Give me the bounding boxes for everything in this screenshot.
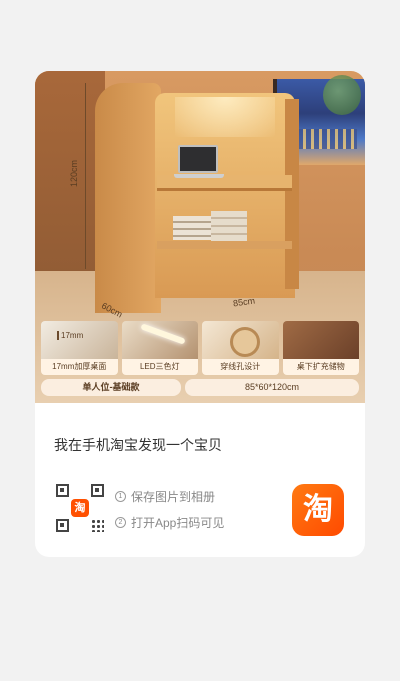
taobao-logo-icon: 淘 bbox=[71, 499, 89, 517]
feature-thick-desktop: 17mm加厚桌面 bbox=[41, 321, 118, 375]
desk-right-panel bbox=[285, 99, 299, 289]
laptop bbox=[174, 145, 224, 178]
instruction-steps: 1 保存图片到相册 2 打开App扫码可见 bbox=[115, 489, 224, 541]
taobao-app-icon[interactable]: 淘 bbox=[292, 484, 344, 536]
step-number: 2 bbox=[115, 516, 126, 528]
desk-side-panel bbox=[95, 83, 161, 313]
qr-pattern bbox=[91, 519, 104, 532]
product-photo[interactable]: 120cm 60cm 85cm 17mm加厚桌面 LED三色灯 穿线孔设计 桌下… bbox=[35, 71, 365, 403]
feature-storage: 桌下扩充储物 bbox=[282, 321, 359, 375]
spec-bar: 单人位-基础款 85*60*120cm bbox=[41, 379, 359, 396]
feature-label: 17mm加厚桌面 bbox=[41, 359, 118, 375]
step-text: 打开App扫码可见 bbox=[131, 515, 225, 530]
share-caption: 我在手机淘宝发现一个宝贝 bbox=[54, 437, 222, 453]
books bbox=[211, 211, 247, 241]
qr-corner bbox=[91, 484, 104, 497]
feature-thumb bbox=[202, 321, 279, 359]
plant bbox=[323, 75, 361, 115]
qr-corner bbox=[56, 484, 69, 497]
desk-shelf bbox=[157, 241, 292, 249]
variant-label: 单人位-基础款 bbox=[41, 379, 181, 396]
feature-thumb bbox=[121, 321, 198, 359]
qr-code[interactable]: 淘 bbox=[54, 482, 106, 534]
step-open-app: 2 打开App扫码可见 bbox=[115, 515, 225, 530]
step-number: 1 bbox=[115, 490, 126, 502]
step-text: 保存图片到相册 bbox=[131, 489, 216, 504]
feature-label: 穿线孔设计 bbox=[202, 359, 279, 375]
qr-corner bbox=[56, 519, 69, 532]
feature-led-light: LED三色灯 bbox=[121, 321, 198, 375]
feature-strip: 17mm加厚桌面 LED三色灯 穿线孔设计 桌下扩充储物 bbox=[41, 321, 359, 375]
feature-cable-hole: 穿线孔设计 bbox=[202, 321, 279, 375]
feature-thumb bbox=[282, 321, 359, 359]
feature-label: 桌下扩充储物 bbox=[282, 359, 359, 375]
feature-label: LED三色灯 bbox=[121, 359, 198, 375]
dimension-line bbox=[85, 83, 86, 269]
share-card: 120cm 60cm 85cm 17mm加厚桌面 LED三色灯 穿线孔设计 桌下… bbox=[35, 71, 365, 557]
size-label: 85*60*120cm bbox=[185, 379, 359, 396]
dimension-height: 120cm bbox=[69, 159, 79, 187]
feature-thumb bbox=[41, 321, 118, 359]
led-glow bbox=[175, 97, 275, 137]
step-save-image: 1 保存图片到相册 bbox=[115, 489, 224, 504]
